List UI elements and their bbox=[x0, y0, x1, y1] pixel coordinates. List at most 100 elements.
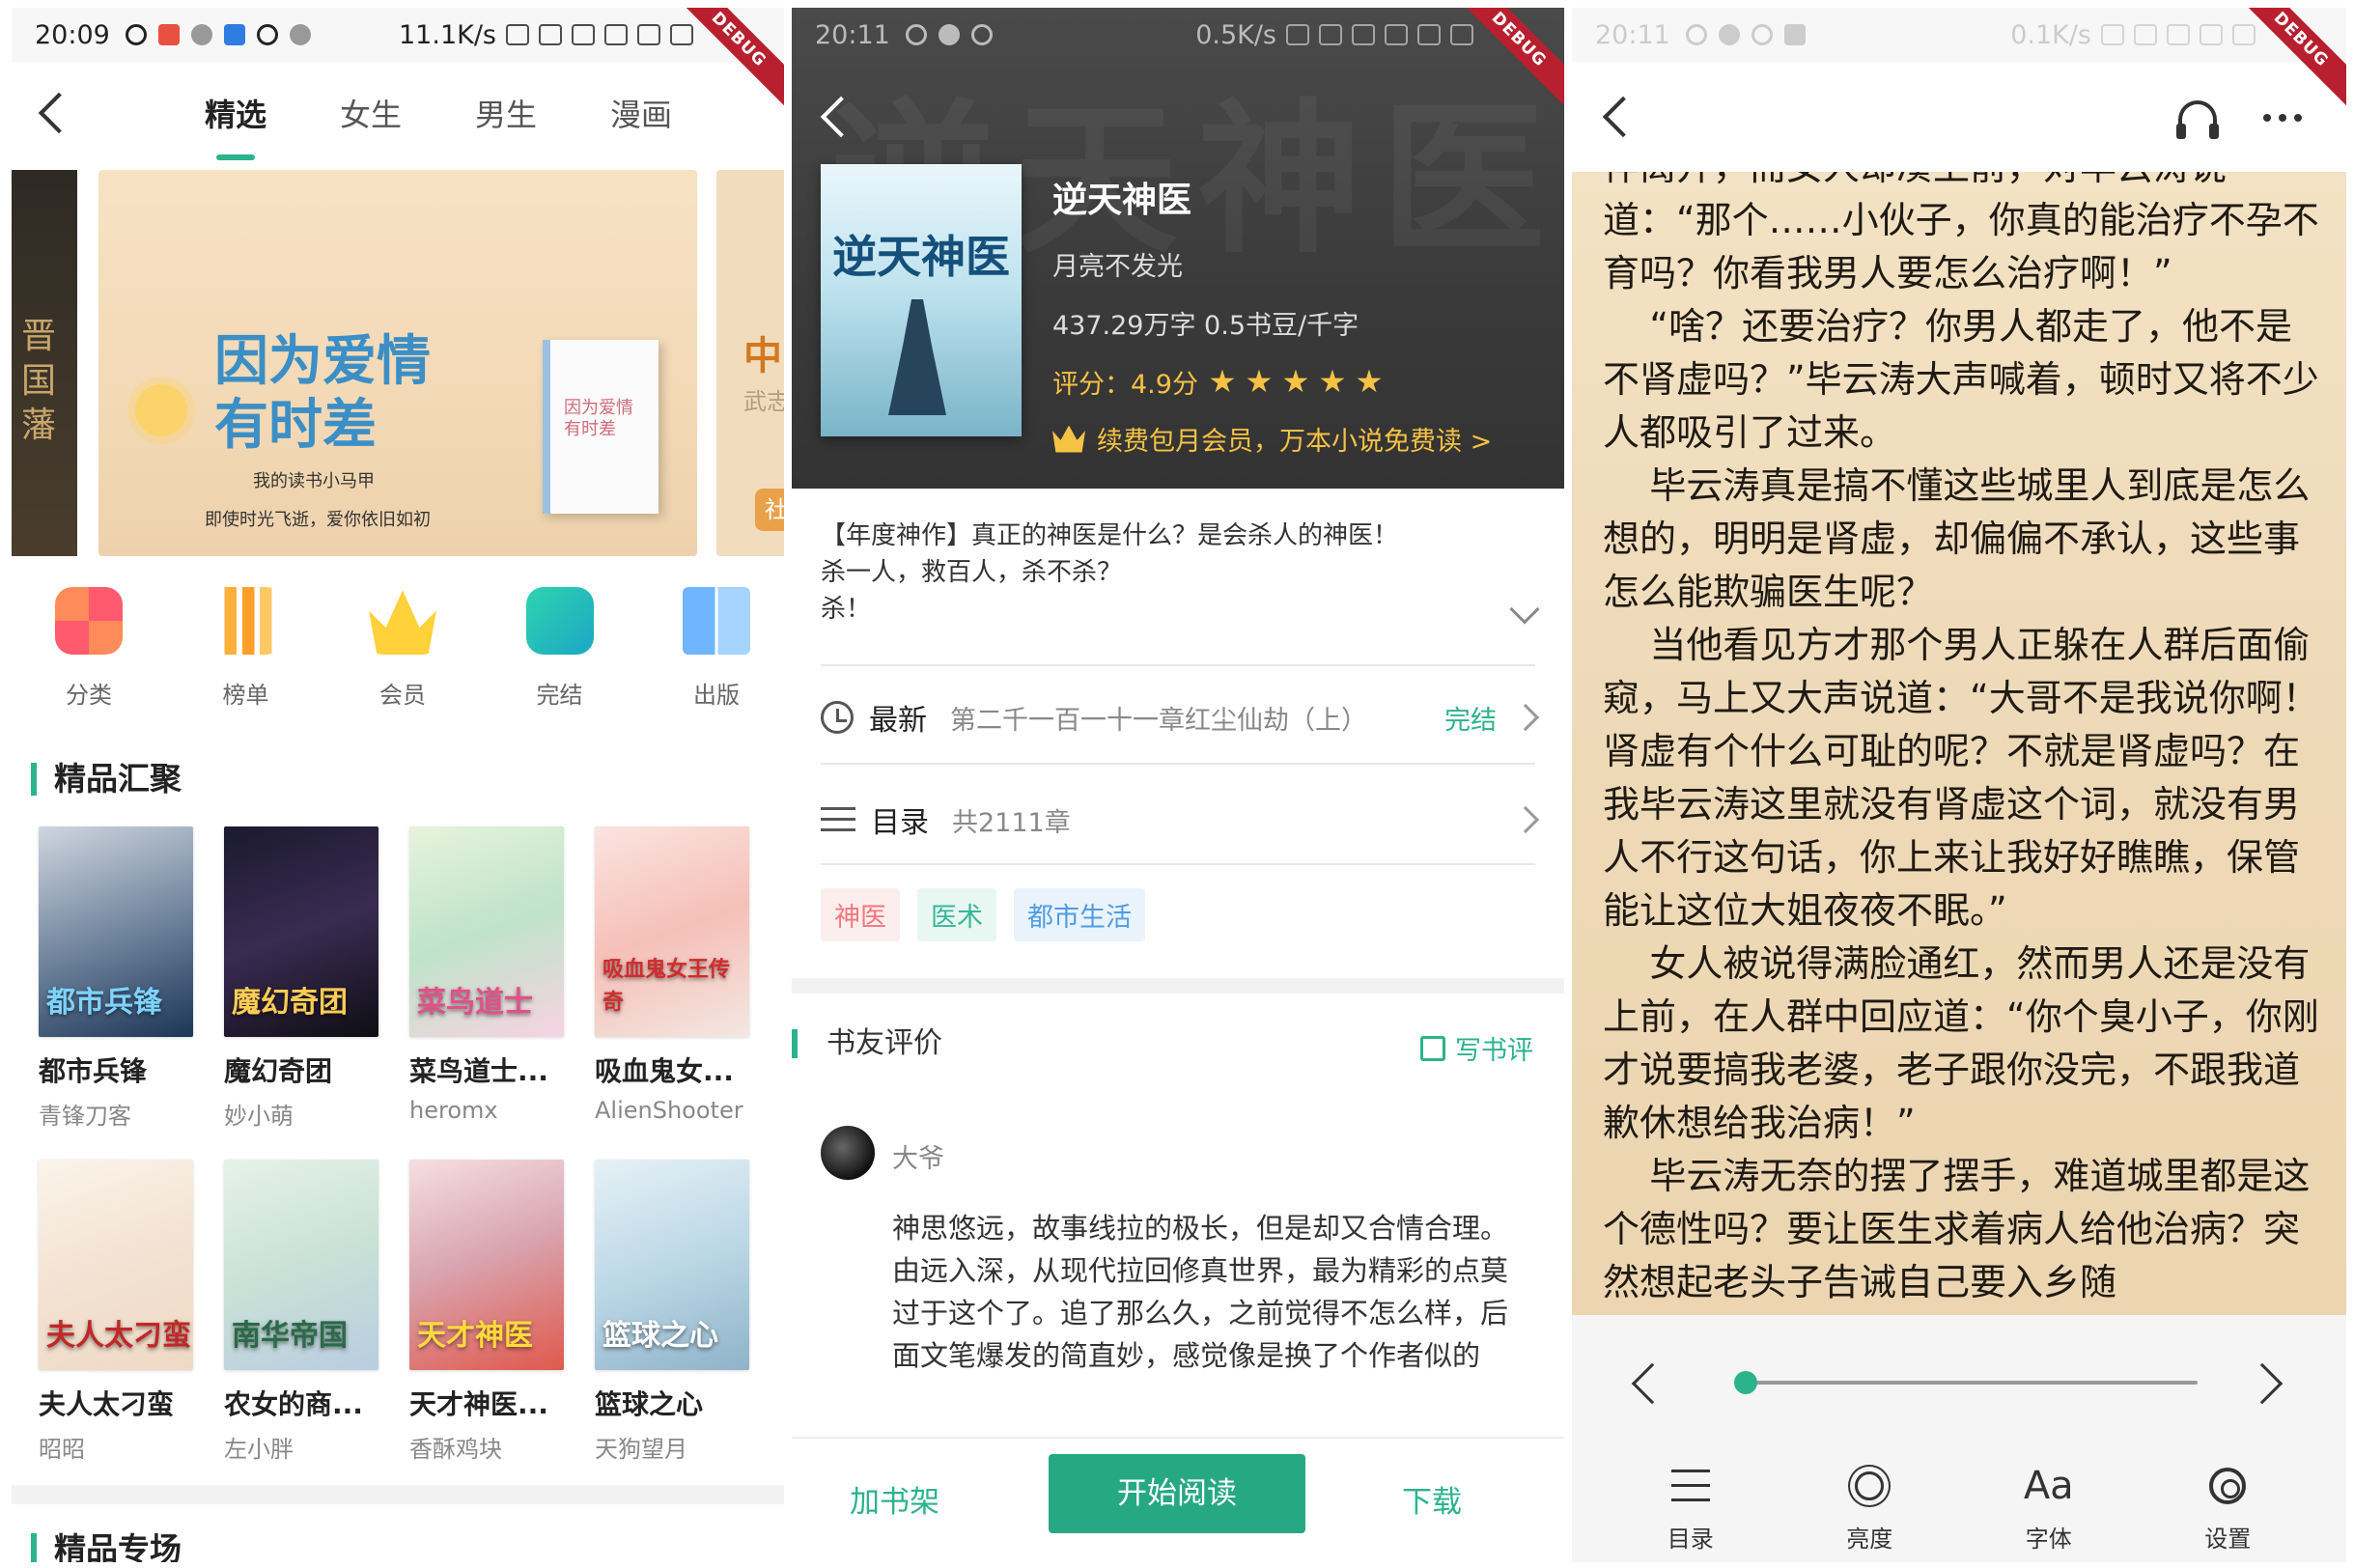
app-notification-icon bbox=[157, 24, 180, 45]
list-icon bbox=[1670, 1470, 1710, 1502]
book-cover: 逆天神医 bbox=[821, 164, 1022, 436]
book-card[interactable]: 夫人太刁蛮 夫人太刁蛮 昭昭 bbox=[39, 1160, 193, 1464]
next-chapter-icon[interactable] bbox=[2241, 1362, 2284, 1405]
write-review-label: 写书评 bbox=[1455, 1036, 1533, 1066]
write-review-button[interactable]: 写书评 bbox=[1420, 1029, 1533, 1067]
book-detail-screen: 逆天神医 20:11 0.5K/s DEBUG 逆天神医 逆天神医 月亮不发光 … bbox=[792, 8, 1564, 1562]
book-cover: 都市兵锋 bbox=[39, 826, 193, 1037]
book-card[interactable]: 篮球之心 篮球之心 天狗望月 bbox=[595, 1160, 749, 1464]
banner-next-badge: 社 bbox=[755, 489, 784, 531]
completion-status: 完结 bbox=[1444, 705, 1497, 736]
book-title: 魔幻奇团 bbox=[224, 1055, 333, 1087]
book-card[interactable]: 南华帝国 农女的商... 左小胖 bbox=[224, 1160, 378, 1464]
book-info: 逆天神医 月亮不发光 437.29万字 0.5书豆/千字 评分：4.9分 续费包… bbox=[1052, 172, 1492, 458]
ranking-label: 榜单 bbox=[222, 682, 269, 709]
tab-featured[interactable]: 精选 bbox=[205, 91, 266, 160]
tag[interactable]: 都市生活 bbox=[1014, 888, 1145, 941]
completed-button[interactable]: 完结 bbox=[502, 587, 618, 710]
divider bbox=[821, 664, 1535, 666]
book-card[interactable]: 都市兵锋 都市兵锋 青锋刀客 bbox=[39, 826, 193, 1131]
brightness-icon bbox=[1855, 1471, 1885, 1500]
expand-chevron-icon[interactable] bbox=[1509, 594, 1540, 625]
book-author: 昭昭 bbox=[39, 1436, 85, 1463]
section-title: 精品专场 bbox=[31, 1533, 182, 1562]
tag[interactable]: 医术 bbox=[917, 888, 996, 941]
book-word-count: 437.29万字 0.5书豆/千字 bbox=[1052, 311, 1359, 341]
brightness-button[interactable]: 亮度 bbox=[1811, 1462, 1927, 1554]
gear-icon bbox=[2209, 1468, 2247, 1504]
tab-male[interactable]: 男生 bbox=[475, 91, 537, 135]
banner-next-slide[interactable]: 中 武志 社 bbox=[716, 170, 784, 556]
app-notification-icon bbox=[970, 24, 993, 45]
book-card[interactable]: 魔幻奇团 魔幻奇团 妙小萌 bbox=[224, 826, 378, 1131]
download-button[interactable]: 下载 bbox=[1402, 1477, 1462, 1521]
toc-label: 目录 bbox=[871, 806, 929, 840]
more-icon[interactable] bbox=[2263, 114, 2302, 122]
latest-chapter-row[interactable]: 最新 第二千一百一十一章红尘仙劫（上） 完结 bbox=[821, 684, 1540, 751]
published-button[interactable]: 出版 bbox=[659, 587, 774, 710]
section-divider bbox=[12, 1485, 784, 1504]
tag[interactable]: 神医 bbox=[821, 888, 900, 941]
action-bar: 加书架 开始阅读 下载 bbox=[792, 1437, 1564, 1562]
font-icon: Aa bbox=[2023, 1464, 2074, 1508]
chevron-right-icon bbox=[1511, 805, 1540, 834]
status-time: 20:11 bbox=[815, 19, 890, 50]
member-promo-text: 续费包月会员，万本小说免费读 > bbox=[1097, 427, 1493, 457]
banner-next-sub: 武志 bbox=[743, 388, 784, 415]
banner-slide[interactable]: 因为爱情 有时差 我的读书小马甲 即使时光飞逝，爱你依旧如初 因为爱情 有时差 bbox=[98, 170, 697, 556]
back-icon[interactable] bbox=[38, 92, 80, 134]
font-label: 字体 bbox=[2025, 1526, 2072, 1553]
book-intro: 【年度神作】真正的神医是什么？是会杀人的神医！ 杀一人，救百人，杀不杀？ 杀！ bbox=[821, 521, 1399, 624]
latest-chapter: 第二千一百一十一章红尘仙劫（上） bbox=[950, 705, 1367, 736]
app-notification-icon bbox=[1783, 24, 1806, 45]
mute-icon bbox=[2167, 24, 2190, 45]
ranking-bars-icon bbox=[211, 587, 280, 655]
list-icon bbox=[821, 807, 855, 832]
star-icon bbox=[1283, 369, 1308, 393]
toc-button[interactable]: 目录 bbox=[1633, 1462, 1749, 1554]
status-time: 20:11 bbox=[1595, 19, 1670, 50]
completed-label: 完结 bbox=[536, 682, 583, 709]
cover-title: 都市兵锋 bbox=[46, 986, 162, 1020]
reader-page[interactable]: 伴离开，而女人却凑上前，对毕云涛说道：“那个……小伙子，你真的能治疗不孕不育吗？… bbox=[1572, 172, 2346, 1330]
wifi-icon bbox=[1450, 24, 1473, 45]
open-book-icon bbox=[683, 587, 750, 655]
category-button[interactable]: 分类 bbox=[31, 587, 147, 710]
book-card[interactable]: 菜鸟道士 菜鸟道士... heromx bbox=[409, 826, 564, 1131]
settings-button[interactable]: 设置 bbox=[2170, 1462, 2285, 1554]
star-icon bbox=[1357, 369, 1382, 393]
banner-carousel[interactable]: 晋 国 藩 因为爱情 有时差 我的读书小马甲 即使时光飞逝，爱你依旧如初 因为爱… bbox=[12, 170, 784, 556]
back-icon[interactable] bbox=[1602, 96, 1644, 138]
toc-row[interactable]: 目录 共2111章 bbox=[821, 786, 1540, 854]
cover-figure bbox=[888, 299, 946, 415]
previous-chapter-icon[interactable] bbox=[1631, 1362, 1673, 1405]
progress-slider[interactable] bbox=[1734, 1371, 2198, 1394]
add-to-shelf-button[interactable]: 加书架 bbox=[850, 1477, 939, 1521]
category-grid-icon bbox=[55, 587, 123, 655]
banner-slogan: 即使时光飞逝，爱你依旧如初 bbox=[205, 510, 431, 530]
member-promo-link[interactable]: 续费包月会员，万本小说免费读 > bbox=[1052, 420, 1492, 458]
book-author[interactable]: 月亮不发光 bbox=[1052, 245, 1492, 283]
book-card[interactable]: 吸血鬼女王传奇 吸血鬼女... AlienShooter bbox=[595, 826, 749, 1131]
rating-text: 评分：4.9分 bbox=[1052, 370, 1198, 400]
toc-label: 目录 bbox=[1667, 1526, 1714, 1553]
slider-handle[interactable] bbox=[1734, 1371, 1757, 1394]
headphones-icon[interactable] bbox=[2176, 100, 2219, 139]
tab-female[interactable]: 女生 bbox=[340, 91, 402, 135]
ranking-button[interactable]: 榜单 bbox=[188, 587, 304, 710]
start-reading-button[interactable]: 开始阅读 bbox=[1049, 1454, 1305, 1533]
member-button[interactable]: 会员 bbox=[345, 587, 461, 710]
book-card[interactable]: 天才神医 天才神医... 香酥鸡块 bbox=[409, 1160, 564, 1464]
app-notification-icon bbox=[125, 24, 147, 45]
book-title: 天才神医... bbox=[409, 1388, 548, 1420]
font-button[interactable]: Aa 字体 bbox=[1991, 1462, 2107, 1554]
reviews-title: 书友评价 bbox=[792, 1029, 942, 1058]
avatar[interactable] bbox=[821, 1126, 875, 1180]
banner-prev-slide[interactable]: 晋 国 藩 bbox=[12, 170, 77, 556]
book-author: 天狗望月 bbox=[595, 1436, 687, 1463]
network-speed: 0.5K/s bbox=[1195, 19, 1276, 50]
latest-label: 最新 bbox=[869, 704, 927, 738]
tab-comics[interactable]: 漫画 bbox=[610, 91, 672, 135]
settings-label: 设置 bbox=[2204, 1526, 2252, 1553]
book-author: 妙小萌 bbox=[224, 1103, 294, 1130]
